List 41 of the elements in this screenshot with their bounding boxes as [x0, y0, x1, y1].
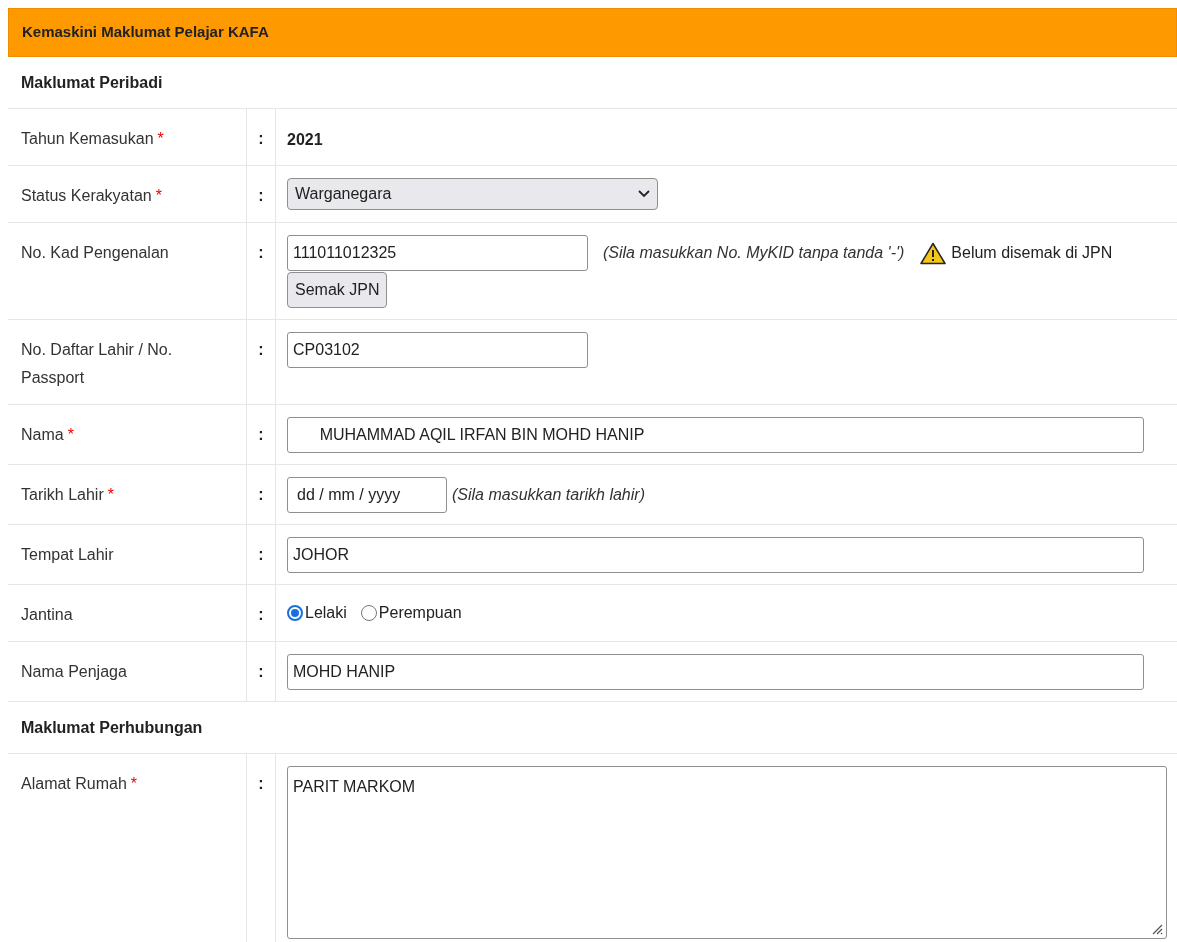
address-textarea[interactable]: PARIT MARKOM: [287, 766, 1167, 939]
gender-radio[interactable]: Lelaki: [287, 601, 347, 625]
colon-separator: :: [258, 485, 264, 505]
field-label: No. Daftar Lahir / No. Passport: [21, 341, 173, 386]
field-label: Nama *: [21, 426, 74, 443]
input-field[interactable]: MOHD HANIP: [287, 654, 1144, 690]
colon-separator: :: [258, 605, 264, 625]
colon-separator: :: [258, 340, 264, 360]
input-field[interactable]: JOHOR: [287, 537, 1144, 573]
colon-separator: :: [258, 186, 264, 206]
field-label: Alamat Rumah *: [21, 775, 138, 792]
status-select[interactable]: Warganegara: [287, 178, 658, 210]
warning-icon: [920, 241, 947, 265]
field-label: Tahun Kemasukan *: [21, 130, 164, 147]
field-value: 2021: [287, 130, 323, 150]
section-title: Maklumat Perhubungan: [21, 717, 203, 738]
colon-separator: :: [258, 545, 264, 565]
warning-text: Belum disemak di JPN: [951, 243, 1113, 263]
chevron-down-icon: [638, 190, 650, 198]
field-label: Jantina: [21, 606, 73, 623]
field-label: Tarikh Lahir *: [21, 486, 114, 503]
field-label: No. Kad Pengenalan: [21, 244, 169, 261]
field-label: Tempat Lahir: [21, 546, 114, 563]
ic-number-input[interactable]: 111011012325: [287, 235, 588, 271]
input-field[interactable]: CP03102: [287, 332, 588, 368]
date-input[interactable]: dd / mm / yyyy: [287, 477, 447, 513]
colon-separator: :: [258, 774, 264, 794]
input-field[interactable]: MUHAMMAD AQIL IRFAN BIN MOHD HANIP: [287, 417, 1144, 453]
field-label: Nama Penjaga: [21, 663, 127, 680]
resize-handle-icon[interactable]: [1151, 923, 1163, 935]
section-title: Maklumat Peribadi: [21, 72, 163, 93]
hint-text: (Sila masukkan No. MyKID tanpa tanda '-'): [603, 243, 905, 263]
field-label: Status Kerakyatan *: [21, 187, 162, 204]
colon-separator: :: [258, 243, 264, 263]
colon-separator: :: [258, 129, 264, 149]
colon-separator: :: [258, 425, 264, 445]
hint-text: (Sila masukkan tarikh lahir): [452, 485, 645, 505]
semak-jpn-button[interactable]: Semak JPN: [287, 272, 388, 308]
colon-separator: :: [258, 662, 264, 682]
gender-radio[interactable]: Perempuan: [360, 601, 462, 625]
panel-title: Kemaskini Maklumat Pelajar KAFA: [22, 22, 269, 43]
